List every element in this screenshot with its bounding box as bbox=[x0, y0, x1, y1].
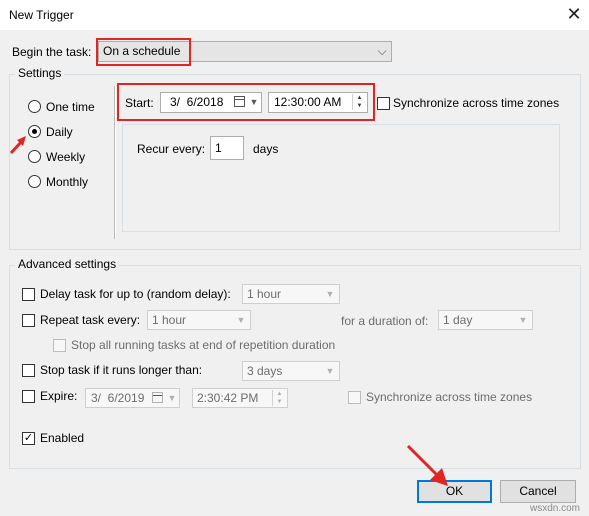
duration-label: for a duration of: bbox=[341, 314, 429, 328]
annotation-arrow-icon bbox=[406, 444, 448, 486]
highlight-start bbox=[117, 83, 375, 121]
highlight-begin bbox=[96, 38, 191, 66]
chevron-down-icon: ▼ bbox=[325, 289, 335, 299]
chevron-down-icon: ▼ bbox=[518, 315, 528, 325]
radio-daily-label: Daily bbox=[46, 125, 73, 139]
enabled-checkbox[interactable]: ✓ bbox=[22, 432, 35, 445]
expire-date-value: 3/ 6/2019 bbox=[91, 391, 145, 405]
expire-label: Expire: bbox=[40, 389, 78, 403]
radio-monthly[interactable] bbox=[28, 175, 41, 188]
radio-weekly[interactable] bbox=[28, 150, 41, 163]
expire-time-spin[interactable]: ▲ ▼ bbox=[272, 390, 286, 406]
cancel-button[interactable]: Cancel bbox=[500, 480, 576, 503]
chevron-down-icon: ⌵ bbox=[377, 44, 387, 58]
expire-time-value: 2:30:42 PM bbox=[197, 391, 259, 405]
duration-value: 1 day bbox=[443, 313, 473, 327]
duration-select[interactable]: 1 day ▼ bbox=[438, 310, 533, 330]
title-bar bbox=[0, 0, 589, 30]
stop-task-checkbox[interactable] bbox=[22, 364, 35, 377]
delay-select[interactable]: 1 hour ▼ bbox=[242, 284, 340, 304]
delay-value: 1 hour bbox=[247, 287, 282, 301]
radio-one-time-label: One time bbox=[46, 100, 95, 114]
sync-label: Synchronize across time zones bbox=[393, 96, 560, 110]
delay-checkbox[interactable] bbox=[22, 288, 35, 301]
chevron-down-icon: ▼ bbox=[167, 393, 177, 403]
stop-task-label: Stop task if it runs longer than: bbox=[40, 363, 203, 377]
advanced-legend: Advanced settings bbox=[15, 257, 120, 271]
sync-checkbox[interactable] bbox=[377, 97, 390, 110]
chevron-down-icon: ▼ bbox=[236, 315, 246, 325]
stop-task-select[interactable]: 3 days ▼ bbox=[242, 361, 340, 381]
chevron-down-icon: ▼ bbox=[325, 366, 335, 376]
close-icon[interactable]: ✕ bbox=[562, 3, 586, 27]
expire-sync-label: Synchronize across time zones bbox=[366, 390, 533, 404]
spin-up-icon[interactable]: ▲ bbox=[273, 390, 286, 398]
begin-task-label: Begin the task: bbox=[12, 45, 92, 59]
stop-task-value: 3 days bbox=[247, 364, 283, 378]
repeat-select[interactable]: 1 hour ▼ bbox=[147, 310, 251, 330]
settings-legend: Settings bbox=[15, 66, 65, 80]
expire-time-spinner[interactable]: 2:30:42 PM ▲ ▼ bbox=[192, 388, 288, 408]
expire-checkbox[interactable] bbox=[22, 390, 35, 403]
vertical-separator-highlight bbox=[115, 86, 116, 239]
enabled-label: Enabled bbox=[40, 431, 85, 445]
recur-input[interactable]: 1 bbox=[210, 136, 244, 160]
stop-all-checkbox[interactable] bbox=[53, 339, 66, 352]
radio-weekly-label: Weekly bbox=[46, 150, 86, 164]
delay-label: Delay task for up to (random delay): bbox=[40, 287, 231, 301]
expire-date-picker[interactable]: 3/ 6/2019 ▼ bbox=[85, 388, 180, 408]
repeat-value: 1 hour bbox=[152, 313, 187, 327]
radio-one-time[interactable] bbox=[28, 100, 41, 113]
recur-panel bbox=[122, 124, 560, 232]
annotation-arrow-icon bbox=[9, 136, 26, 155]
window-title: New Trigger bbox=[9, 8, 74, 22]
spin-down-icon[interactable]: ▼ bbox=[273, 398, 286, 406]
expire-sync-checkbox[interactable] bbox=[348, 391, 361, 404]
repeat-checkbox[interactable] bbox=[22, 314, 35, 327]
watermark: wsxdn.com bbox=[530, 503, 581, 514]
repeat-label: Repeat task every: bbox=[40, 313, 141, 327]
radio-monthly-label: Monthly bbox=[46, 175, 89, 189]
recur-unit: days bbox=[253, 142, 279, 156]
calendar-icon bbox=[152, 392, 163, 403]
recur-label: Recur every: bbox=[137, 142, 206, 156]
stop-all-label: Stop all running tasks at end of repetit… bbox=[71, 338, 336, 352]
radio-daily[interactable] bbox=[28, 125, 41, 138]
